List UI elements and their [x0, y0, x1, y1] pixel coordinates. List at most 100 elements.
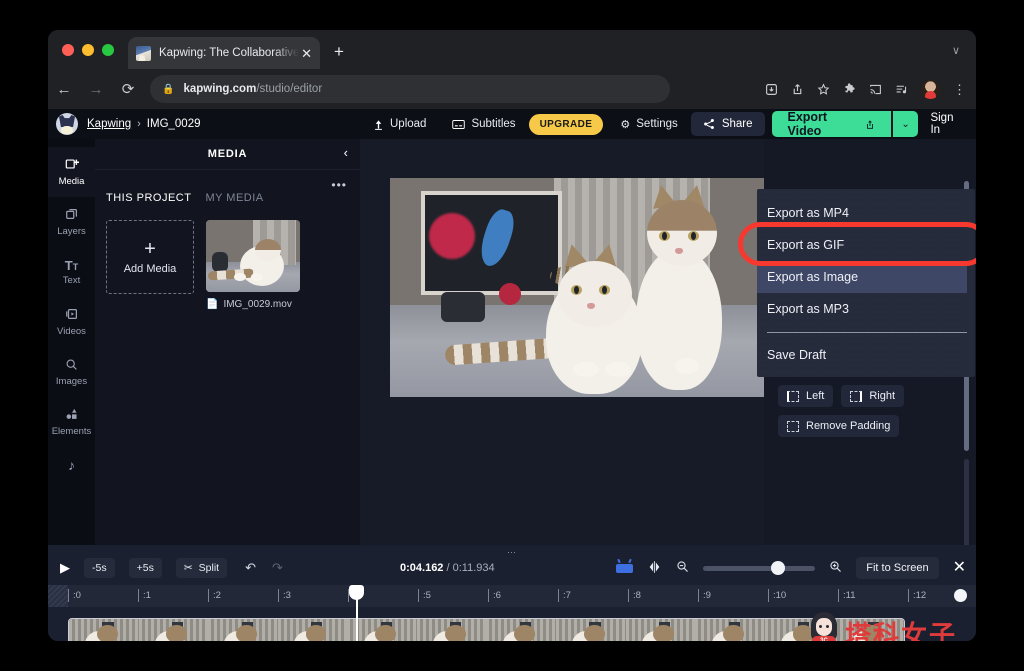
menu-item-export-gif[interactable]: Export as GIF [757, 229, 975, 261]
sidebar-item-text[interactable]: TT Text [48, 247, 95, 297]
magnet-snap-icon[interactable] [616, 563, 634, 573]
ruler-tick: :0 [68, 589, 81, 602]
media-item-label: IMG_0029.mov [223, 299, 292, 310]
sidebar-item-elements[interactable]: Elements [48, 397, 95, 447]
clip-filmstrip [69, 619, 904, 641]
ruler-gutter [48, 585, 68, 607]
bookmark-star-icon[interactable] [817, 82, 830, 96]
sidebar-item-media[interactable]: Media [48, 147, 95, 197]
watermark-avatar-icon [807, 612, 841, 641]
maximize-window-button[interactable] [102, 44, 114, 56]
upload-icon [375, 119, 382, 130]
fit-to-screen-button[interactable]: Fit to Screen [856, 557, 939, 579]
kapwing-logo-icon[interactable] [56, 113, 78, 135]
media-item[interactable]: 📄 IMG_0029.mov [206, 220, 300, 310]
timeline-clip[interactable] [68, 618, 905, 641]
playhead[interactable] [350, 585, 362, 641]
subtitles-button[interactable]: Subtitles [439, 109, 528, 139]
padding-right-button[interactable]: Right [841, 385, 905, 407]
sidebar-item-layers[interactable]: Layers [48, 197, 95, 247]
browser-tab[interactable]: Kapwing: The Collaborative On ✕ [128, 37, 320, 69]
new-tab-button[interactable]: + [334, 43, 344, 60]
export-video-button[interactable]: Export Video [771, 111, 891, 137]
chrome-menu-icon[interactable]: ⋮ [953, 83, 966, 96]
collapse-panel-icon[interactable]: ‹ [344, 146, 348, 159]
install-icon[interactable] [765, 83, 778, 96]
chevron-down-icon[interactable]: ∨ [952, 44, 960, 57]
split-button[interactable]: ✂ Split [175, 558, 228, 578]
split-playhead-icon[interactable] [647, 560, 662, 577]
sidebar-item-label: Text [62, 274, 81, 286]
zoom-out-icon[interactable] [676, 560, 689, 576]
share-icon[interactable] [791, 83, 804, 96]
share-button[interactable]: Share [690, 112, 765, 136]
media-list-icon[interactable] [895, 83, 908, 96]
timeline-end-handle[interactable] [954, 589, 967, 602]
profile-avatar[interactable] [921, 79, 940, 99]
forward-5s-button[interactable]: +5s [128, 558, 162, 578]
zoom-in-icon[interactable] [829, 560, 842, 576]
undo-icon[interactable]: ↶ [245, 560, 256, 576]
add-media-label: Add Media [123, 263, 177, 275]
add-media-button[interactable]: + Add Media [106, 220, 194, 294]
screenshot-root: Kapwing: The Collaborative On ✕ + ∨ ← → … [0, 0, 1024, 671]
extensions-puzzle-icon[interactable] [843, 82, 856, 96]
timeline-toolbar: ▶ -5s +5s ✂ Split ↶ ↷ 0:04.162 / 0:11.93… [48, 553, 976, 583]
sidebar-item-videos[interactable]: Videos [48, 297, 95, 347]
forward-icon[interactable]: → [80, 81, 112, 98]
tab-this-project[interactable]: THIS PROJECT [106, 192, 191, 204]
cast-icon[interactable] [869, 83, 882, 96]
redo-icon[interactable]: ↷ [272, 560, 283, 576]
text-icon: TT [64, 257, 79, 273]
breadcrumb-workspace[interactable]: Kapwing [87, 118, 131, 130]
media-more-options-icon[interactable]: ••• [331, 178, 347, 192]
upgrade-button[interactable]: UPGRADE [528, 113, 604, 135]
upload-label: Upload [390, 118, 427, 130]
menu-item-export-image[interactable]: Export as Image [757, 261, 967, 293]
sidebar-item-images[interactable]: Images [48, 347, 95, 397]
lock-icon: 🔒 [162, 83, 175, 95]
elements-icon [65, 407, 79, 423]
breadcrumb-project[interactable]: IMG_0029 [147, 118, 201, 130]
export-upload-icon [866, 120, 873, 129]
pad-right-icon [850, 390, 863, 402]
close-timeline-icon[interactable]: ✕ [953, 560, 966, 576]
video-preview-stage[interactable] [390, 178, 780, 397]
timeline-ruler[interactable]: :0 :1 :2 :3 :4 :5 :6 :7 :8 :9 :10 :11 :1… [48, 585, 976, 607]
minimize-window-button[interactable] [82, 44, 94, 56]
window-traffic-lights[interactable] [62, 44, 114, 56]
play-button[interactable]: ▶ [60, 560, 70, 576]
media-add-icon [65, 157, 79, 173]
rewind-5s-button[interactable]: -5s [84, 558, 115, 578]
menu-item-save-draft[interactable]: Save Draft [757, 339, 975, 371]
file-icon: 📄 [206, 299, 219, 310]
ruler-tick: :3 [278, 589, 291, 602]
close-icon[interactable]: ✕ [301, 47, 312, 60]
close-window-button[interactable] [62, 44, 74, 56]
zoom-slider[interactable] [703, 561, 816, 575]
menu-item-export-mp3[interactable]: Export as MP3 [757, 293, 975, 325]
remove-padding-button[interactable]: Remove Padding [778, 415, 900, 437]
export-video-label: Export Video [787, 111, 828, 137]
layers-icon [65, 207, 79, 223]
sidebar-item-audio[interactable]: ♪ Audio [48, 447, 95, 497]
browser-tab-title: Kapwing: The Collaborative On [159, 47, 300, 59]
zoom-slider-knob[interactable] [771, 561, 786, 575]
scissors-icon: ✂ [183, 562, 193, 574]
back-icon[interactable]: ← [48, 81, 80, 98]
export-dropdown-caret[interactable]: ⌄ [890, 111, 919, 137]
address-bar[interactable]: 🔒 kapwing.com/studio/editor [150, 75, 670, 103]
tab-my-media[interactable]: MY MEDIA [205, 192, 263, 204]
reload-icon[interactable]: ⟳ [112, 80, 144, 98]
menu-item-export-mp4[interactable]: Export as MP4 [757, 197, 975, 229]
sign-in-button[interactable]: Sign In [918, 112, 976, 136]
share-label: Share [721, 118, 753, 130]
upload-button[interactable]: Upload [360, 109, 439, 139]
settings-label: Settings [636, 118, 678, 130]
kapwing-favicon [136, 45, 151, 61]
share-nodes-icon [703, 119, 714, 129]
pad-remove-icon [787, 420, 799, 432]
media-thumbnail[interactable] [206, 220, 300, 292]
settings-button[interactable]: ⚙ Settings [607, 109, 690, 139]
padding-left-button[interactable]: Left [778, 385, 834, 407]
